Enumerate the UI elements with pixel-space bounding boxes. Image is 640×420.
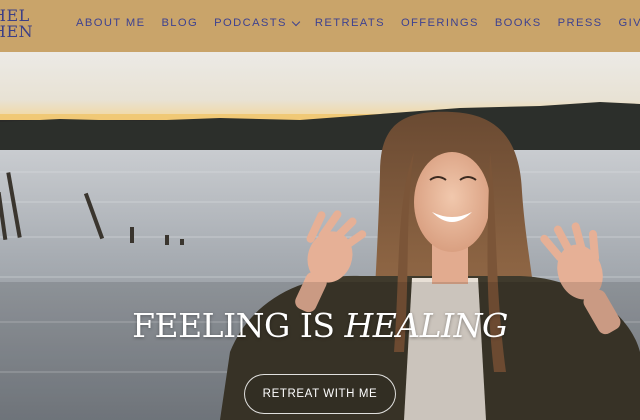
main-nav: ABOUT ME BLOG PODCASTS RETREATS OFFERING… (76, 17, 640, 29)
nav-give-back[interactable]: GIVE BACK (619, 17, 640, 29)
nav-blog[interactable]: BLOG (161, 17, 198, 29)
nav-label: OFFERINGS (400, 17, 479, 29)
nav-label: RETREATS (314, 17, 385, 29)
nav-label: BLOG (161, 17, 199, 29)
hero-section: FEELING IS HEALING RETREAT WITH ME (0, 52, 640, 420)
nav-press[interactable]: PRESS (558, 17, 603, 29)
nav-label: GIVE BACK (618, 17, 640, 29)
nav-label: BOOKS (494, 17, 542, 29)
retreat-with-me-button[interactable]: RETREAT WITH ME (244, 374, 396, 414)
headline-part-2: HEALING (344, 306, 509, 345)
logo-line-2: HEN (0, 22, 34, 41)
site-header: HEL HEN ABOUT ME BLOG PODCASTS RETREATS … (0, 0, 640, 52)
nav-offerings[interactable]: OFFERINGS (401, 17, 479, 29)
nav-books[interactable]: BOOKS (495, 17, 542, 29)
nav-about-me[interactable]: ABOUT ME (76, 17, 145, 29)
hero-headline: FEELING IS HEALING (0, 306, 640, 346)
nav-label: PODCASTS (214, 17, 287, 29)
chevron-down-icon (291, 17, 301, 26)
nav-podcasts[interactable]: PODCASTS (214, 17, 301, 29)
headline-part-1: FEELING IS (132, 306, 345, 345)
nav-retreats[interactable]: RETREATS (315, 17, 385, 29)
nav-label: ABOUT ME (76, 17, 146, 29)
cta-label: RETREAT WITH ME (262, 388, 378, 400)
hero-photo (0, 52, 640, 420)
site-logo[interactable]: HEL HEN (0, 8, 46, 44)
nav-label: PRESS (557, 17, 603, 29)
